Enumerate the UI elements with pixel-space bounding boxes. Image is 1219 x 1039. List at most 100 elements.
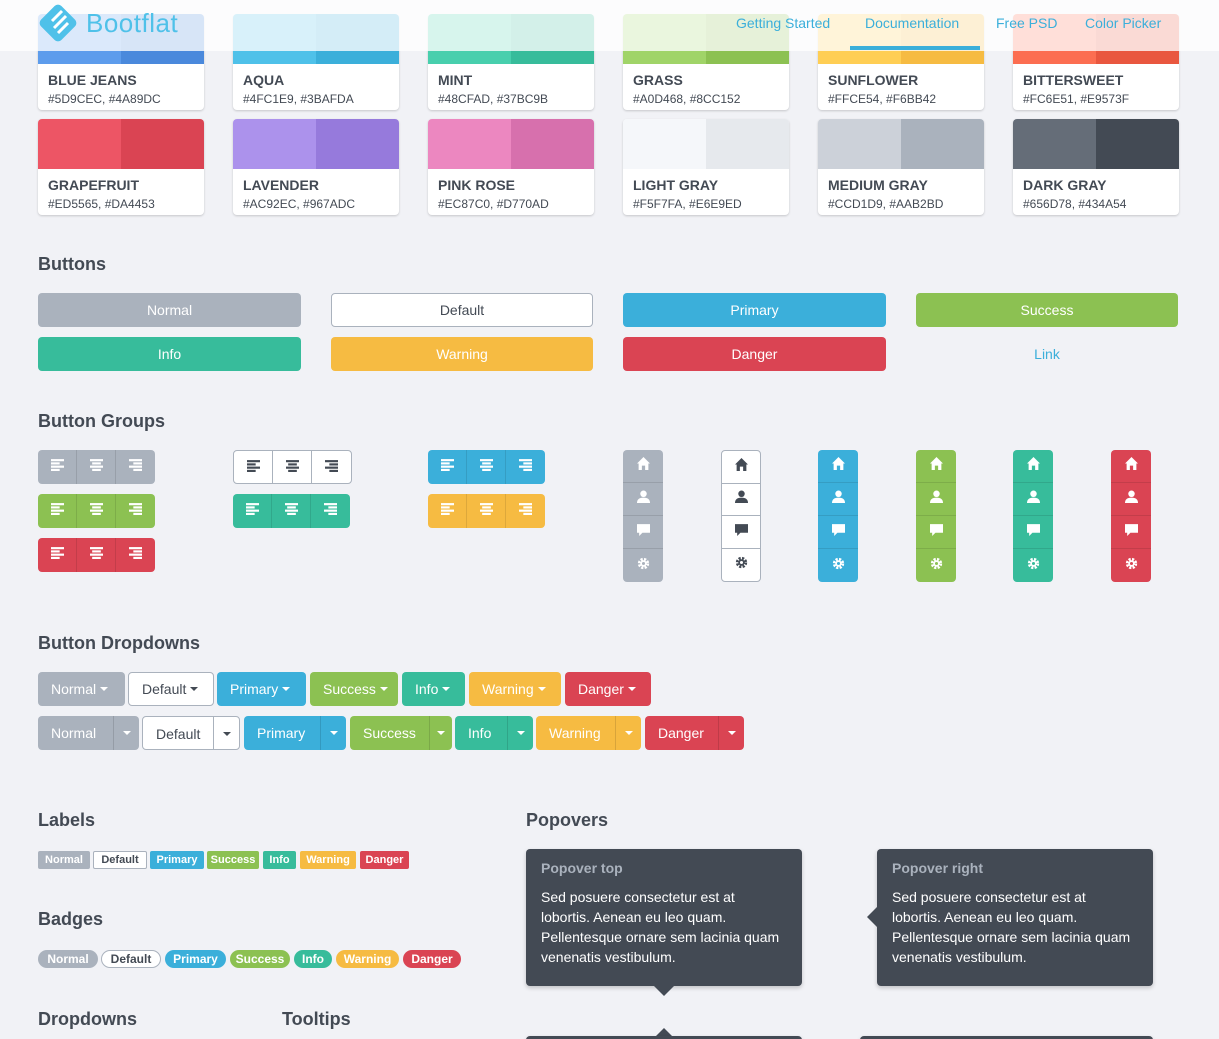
normal-button[interactable]: Normal: [38, 293, 301, 327]
align-center-button[interactable]: [272, 494, 311, 528]
user-button[interactable]: [623, 483, 663, 516]
primary-split-dropdown: Primary: [244, 716, 346, 750]
align-left-button[interactable]: [38, 494, 77, 528]
align-center-button[interactable]: [77, 450, 116, 484]
align-left-button[interactable]: [38, 450, 77, 484]
normal-split-main-button[interactable]: Normal: [38, 716, 113, 750]
align-right-button[interactable]: [116, 450, 155, 484]
align-center-button[interactable]: [273, 451, 312, 483]
nav-link-getting-started[interactable]: Getting Started: [736, 15, 830, 31]
default-split-main-button[interactable]: Default: [143, 717, 213, 749]
align-left-button[interactable]: [233, 494, 272, 528]
nav-link-documentation[interactable]: Documentation: [865, 15, 959, 31]
info-split-main-button[interactable]: Info: [455, 716, 507, 750]
cog-button[interactable]: [1111, 549, 1151, 582]
align-right-button[interactable]: [116, 494, 155, 528]
info-dropdown-button[interactable]: Info: [402, 672, 465, 706]
align-right-button[interactable]: [116, 538, 155, 572]
home-button[interactable]: [1013, 450, 1053, 483]
cog-button[interactable]: [916, 549, 956, 582]
align-right-button[interactable]: [506, 450, 545, 484]
success-badge: Success: [230, 950, 290, 968]
default-button[interactable]: Default: [331, 293, 593, 327]
caret-down-icon: [100, 687, 109, 691]
popover-top-arrow: [654, 986, 674, 996]
swatch-name: BITTERSWEET: [1023, 72, 1124, 88]
align-left-button[interactable]: [234, 451, 273, 483]
align-center-icon: [285, 459, 299, 477]
vertical-group-danger: [1111, 450, 1151, 582]
normal-dropdown-button[interactable]: Normal: [38, 672, 125, 706]
comment-button[interactable]: [1013, 516, 1053, 549]
align-center-button[interactable]: [467, 494, 506, 528]
home-button[interactable]: [623, 450, 663, 483]
align-center-button[interactable]: [77, 538, 116, 572]
align-center-button[interactable]: [77, 494, 116, 528]
default-dropdown-button[interactable]: Default: [128, 672, 214, 706]
align-left-button[interactable]: [428, 450, 467, 484]
info-button[interactable]: Info: [38, 337, 301, 371]
info-split-toggle[interactable]: [507, 716, 533, 750]
danger-split-toggle[interactable]: [718, 716, 744, 750]
primary-dropdown-button[interactable]: Primary: [217, 672, 306, 706]
link-button[interactable]: Link: [916, 337, 1178, 371]
cog-button[interactable]: [623, 549, 663, 582]
user-button[interactable]: [1013, 483, 1053, 516]
success-button[interactable]: Success: [916, 293, 1178, 327]
swatch-hex: #F5F7FA, #E6E9ED: [633, 197, 742, 211]
comment-button[interactable]: [818, 516, 858, 549]
user-button[interactable]: [916, 483, 956, 516]
normal-split-toggle[interactable]: [113, 716, 139, 750]
cog-button[interactable]: [722, 549, 760, 581]
comment-button[interactable]: [1111, 516, 1151, 549]
home-button[interactable]: [818, 450, 858, 483]
caret-down-icon: [190, 687, 199, 691]
bootflat-logo-icon: [39, 4, 77, 42]
cog-icon: [832, 557, 845, 575]
swatch-light-color: [818, 119, 901, 169]
success-dropdown-button[interactable]: Success: [310, 672, 398, 706]
danger-split-main-button[interactable]: Danger: [645, 716, 718, 750]
user-button[interactable]: [722, 484, 760, 516]
nav-link-free-psd[interactable]: Free PSD: [996, 15, 1057, 31]
warning-split-main-button[interactable]: Warning: [536, 716, 615, 750]
success-split-main-button[interactable]: Success: [350, 716, 429, 750]
home-button[interactable]: [1111, 450, 1151, 483]
align-center-button[interactable]: [467, 450, 506, 484]
color-swatch: LIGHT GRAY #F5F7FA, #E6E9ED: [623, 119, 789, 215]
align-left-button[interactable]: [428, 494, 467, 528]
user-button[interactable]: [1111, 483, 1151, 516]
cog-button[interactable]: [1013, 549, 1053, 582]
warning-dropdown-button[interactable]: Warning: [469, 672, 561, 706]
comment-button[interactable]: [916, 516, 956, 549]
danger-dropdown-button[interactable]: Danger: [565, 672, 651, 706]
cog-button[interactable]: [818, 549, 858, 582]
align-center-icon: [479, 458, 493, 476]
swatch-name: LAVENDER: [243, 177, 319, 193]
align-right-button[interactable]: [311, 494, 350, 528]
primary-button[interactable]: Primary: [623, 293, 886, 327]
warning-split-toggle[interactable]: [615, 716, 641, 750]
home-button[interactable]: [916, 450, 956, 483]
warning-button[interactable]: Warning: [331, 337, 593, 371]
nav-link-color-picker[interactable]: Color Picker: [1085, 15, 1161, 31]
align-right-button[interactable]: [312, 451, 351, 483]
home-button[interactable]: [722, 451, 760, 484]
align-right-icon: [519, 458, 532, 476]
swatch-dark-color: [706, 119, 789, 169]
primary-split-toggle[interactable]: [320, 716, 346, 750]
split-label: Normal: [51, 725, 97, 741]
primary-split-main-button[interactable]: Primary: [244, 716, 320, 750]
success-split-toggle[interactable]: [428, 716, 452, 750]
comment-button[interactable]: [722, 516, 760, 549]
popover-top: Popover top Sed posuere consectetur est …: [526, 849, 802, 986]
user-button[interactable]: [818, 483, 858, 516]
brand-logo[interactable]: Bootflat: [38, 3, 178, 43]
align-right-button[interactable]: [506, 494, 545, 528]
align-left-button[interactable]: [38, 538, 77, 572]
default-split-toggle[interactable]: [213, 717, 239, 749]
normal-badge: Normal: [38, 950, 98, 968]
comment-button[interactable]: [623, 516, 663, 549]
danger-button[interactable]: Danger: [623, 337, 886, 371]
split-label: Success: [363, 725, 416, 741]
